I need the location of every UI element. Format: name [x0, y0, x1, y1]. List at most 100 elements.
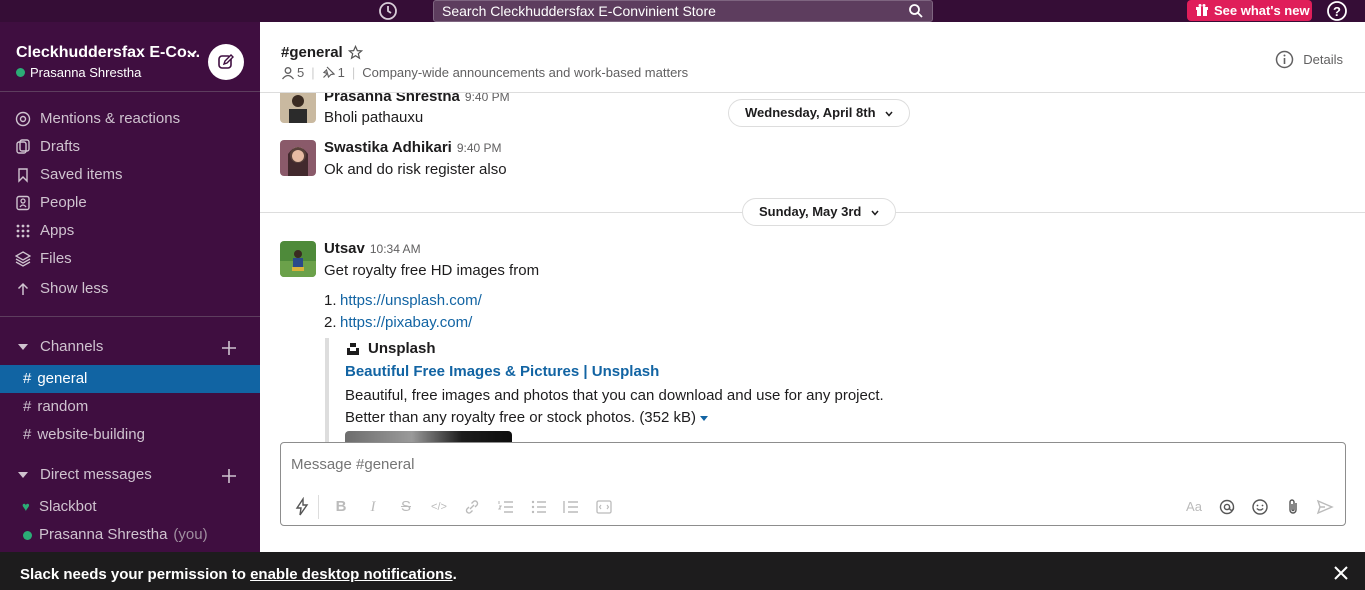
- details-button[interactable]: Details: [1275, 50, 1343, 69]
- message-list[interactable]: Prasanna Shrestha 9:40 PM Bholi pathauxu …: [260, 93, 1365, 443]
- author-name[interactable]: Prasanna Shrestha: [324, 93, 460, 105]
- date-label: Sunday, May 3rd: [759, 204, 862, 219]
- channel-topic[interactable]: Company-wide announcements and work-base…: [362, 65, 688, 80]
- channel-label: general: [37, 370, 88, 387]
- message-author[interactable]: Utsav 10:34 AM: [324, 240, 421, 257]
- link-icon[interactable]: [462, 497, 482, 517]
- sidebar-divider: [0, 316, 260, 317]
- workspace-name[interactable]: Cleckhuddersfax E-Co...: [16, 44, 200, 62]
- search-bar[interactable]: Search Cleckhuddersfax E-Convinient Stor…: [433, 0, 933, 22]
- code-block-icon[interactable]: [594, 497, 614, 517]
- attachment-paperclip-icon[interactable]: [1283, 497, 1303, 517]
- author-name[interactable]: Utsav: [324, 240, 365, 257]
- channel-title[interactable]: #general: [281, 44, 343, 61]
- italic-icon[interactable]: I: [363, 497, 383, 517]
- mention-at-icon[interactable]: [1217, 497, 1237, 517]
- channel-label: random: [37, 398, 89, 415]
- nav-apps[interactable]: Apps: [0, 217, 260, 245]
- banner-prefix: Slack needs your permission to: [20, 566, 251, 583]
- pixabay-link[interactable]: https://pixabay.com/: [340, 314, 472, 331]
- channels-header-label: Channels: [40, 338, 104, 355]
- members-icon[interactable]: [281, 66, 295, 80]
- message-input[interactable]: [291, 456, 1291, 473]
- ordered-list-icon[interactable]: [496, 497, 516, 517]
- sidebar: Cleckhuddersfax E-Co... Prasanna Shresth…: [0, 22, 260, 552]
- history-clock-icon[interactable]: [378, 1, 398, 21]
- shortcuts-bolt-icon[interactable]: [292, 497, 312, 517]
- pinned-count[interactable]: 1: [338, 65, 345, 80]
- channel-item-website-building[interactable]: # website-building: [0, 421, 260, 449]
- compose-button[interactable]: [208, 44, 244, 80]
- channel-item-random[interactable]: # random: [0, 393, 260, 421]
- dm-item-slackbot[interactable]: ♥ Slackbot: [0, 493, 260, 521]
- list-number: 1.: [324, 292, 337, 309]
- member-count[interactable]: 5: [297, 65, 304, 80]
- add-dm-icon[interactable]: [220, 467, 238, 485]
- channel-header: #general 5 | 1 | Company-wide announceme…: [260, 22, 1365, 93]
- dm-label: Slackbot: [39, 498, 97, 515]
- hash-icon: #: [23, 426, 32, 443]
- nav-drafts[interactable]: Drafts: [0, 133, 260, 161]
- chevron-down-icon: [871, 210, 879, 216]
- nav-files[interactable]: Files: [0, 245, 260, 273]
- info-icon: [1276, 50, 1294, 69]
- send-icon[interactable]: [1315, 497, 1335, 517]
- dms-section-header[interactable]: Direct messages: [0, 461, 260, 489]
- nav-label: Saved items: [40, 166, 123, 183]
- current-user-name: Prasanna Shrestha: [30, 65, 142, 80]
- channel-item-general[interactable]: # general: [0, 365, 260, 393]
- caret-down-icon[interactable]: [18, 472, 28, 478]
- nav-label: Drafts: [40, 138, 81, 155]
- bold-icon[interactable]: B: [331, 497, 351, 517]
- nav-mentions[interactable]: Mentions & reactions: [0, 105, 260, 133]
- channels-section-header[interactable]: Channels: [0, 333, 260, 361]
- date-divider-pill[interactable]: Wednesday, April 8th: [728, 99, 911, 127]
- date-divider-pill[interactable]: Sunday, May 3rd: [742, 198, 896, 226]
- message-time[interactable]: 9:40 PM: [457, 141, 502, 155]
- avatar[interactable]: [280, 241, 316, 277]
- at-icon: [15, 111, 31, 127]
- arrow-up-icon: [17, 282, 29, 295]
- add-channel-icon[interactable]: [220, 339, 238, 357]
- formatting-toggle-icon[interactable]: Aa: [1184, 497, 1204, 517]
- hash-icon: #: [23, 398, 32, 415]
- whats-new-button[interactable]: See what's new: [1187, 0, 1312, 21]
- dm-item-self[interactable]: Prasanna Shrestha (you): [0, 521, 260, 549]
- message-composer[interactable]: B I S </> Aa: [280, 442, 1346, 526]
- toolbar-divider: [318, 495, 319, 519]
- nav-people[interactable]: People: [0, 189, 260, 217]
- bookmark-icon: [18, 168, 28, 183]
- message-time[interactable]: 9:40 PM: [465, 93, 510, 104]
- expand-caret-icon[interactable]: [700, 415, 709, 421]
- code-icon[interactable]: </>: [429, 497, 449, 517]
- enable-notifications-link[interactable]: enable desktop notifications: [250, 566, 453, 583]
- workspace-header[interactable]: Cleckhuddersfax E-Co... Prasanna Shresth…: [0, 22, 260, 92]
- help-icon[interactable]: ?: [1326, 0, 1348, 22]
- nav-saved[interactable]: Saved items: [0, 161, 260, 189]
- avatar[interactable]: [280, 93, 316, 123]
- nav-show-less[interactable]: Show less: [0, 275, 260, 303]
- message-author[interactable]: Swastika Adhikari 9:40 PM: [324, 139, 502, 156]
- close-icon[interactable]: [1333, 565, 1349, 581]
- nav-label: Apps: [40, 222, 75, 239]
- message-time[interactable]: 10:34 AM: [370, 242, 421, 256]
- preview-desc-line1: Beautiful, free images and photos that y…: [345, 387, 884, 404]
- star-icon[interactable]: [348, 45, 363, 60]
- message-author[interactable]: Prasanna Shrestha 9:40 PM: [324, 93, 510, 105]
- nav-label: Files: [40, 250, 72, 267]
- bulleted-list-icon[interactable]: [529, 497, 549, 517]
- strikethrough-icon[interactable]: S: [396, 497, 416, 517]
- unsplash-link[interactable]: https://unsplash.com/: [340, 292, 482, 309]
- blockquote-icon[interactable]: [561, 497, 581, 517]
- preview-title-link[interactable]: Beautiful Free Images & Pictures | Unspl…: [345, 363, 659, 380]
- emoji-icon[interactable]: [1250, 497, 1270, 517]
- caret-down-icon[interactable]: [18, 344, 28, 350]
- svg-text:?: ?: [1333, 4, 1341, 19]
- pin-icon[interactable]: [322, 66, 335, 79]
- people-icon: [16, 195, 30, 211]
- user-photo-image: [280, 93, 316, 123]
- author-name[interactable]: Swastika Adhikari: [324, 139, 452, 156]
- presence-dot: [16, 68, 25, 77]
- avatar[interactable]: [280, 140, 316, 176]
- chevron-down-icon[interactable]: [186, 48, 198, 58]
